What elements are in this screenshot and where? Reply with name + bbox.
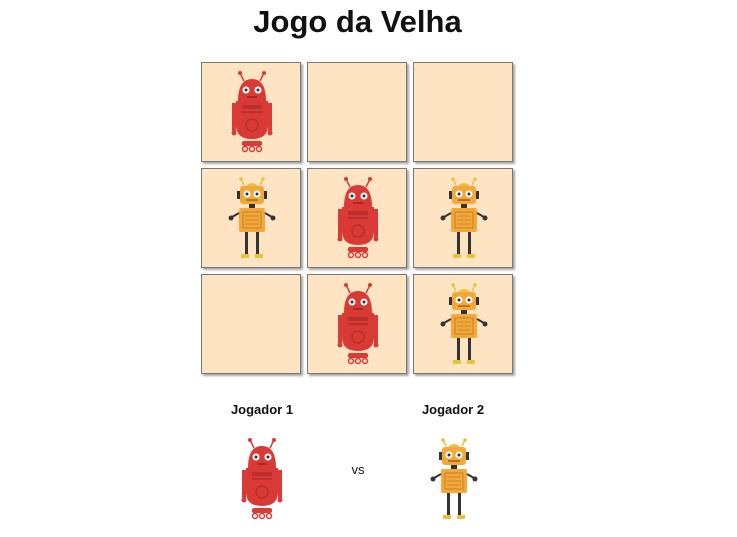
player1-label: Jogador 1 (230, 402, 294, 417)
page-title: Jogo da Velha (253, 4, 462, 39)
game-board (201, 62, 519, 380)
board-cell-3-1[interactable] (201, 274, 301, 374)
player2-label: Jogador 2 (421, 402, 485, 417)
board-cell-1-2[interactable] (307, 62, 407, 162)
player1-avatar (212, 430, 312, 535)
player2-avatar (404, 430, 504, 535)
yellow-robot-icon (404, 438, 504, 534)
board-cell-1-1[interactable] (201, 62, 301, 162)
board-cell-2-3[interactable] (413, 168, 513, 268)
red-robot-icon (212, 438, 312, 534)
vs-label: vs (351, 462, 365, 477)
board-cell-2-1[interactable] (201, 168, 301, 268)
board-cell-3-3[interactable] (413, 274, 513, 374)
board-cell-3-2[interactable] (307, 274, 407, 374)
board-cell-1-3[interactable] (413, 62, 513, 162)
board-cell-2-2[interactable] (307, 168, 407, 268)
